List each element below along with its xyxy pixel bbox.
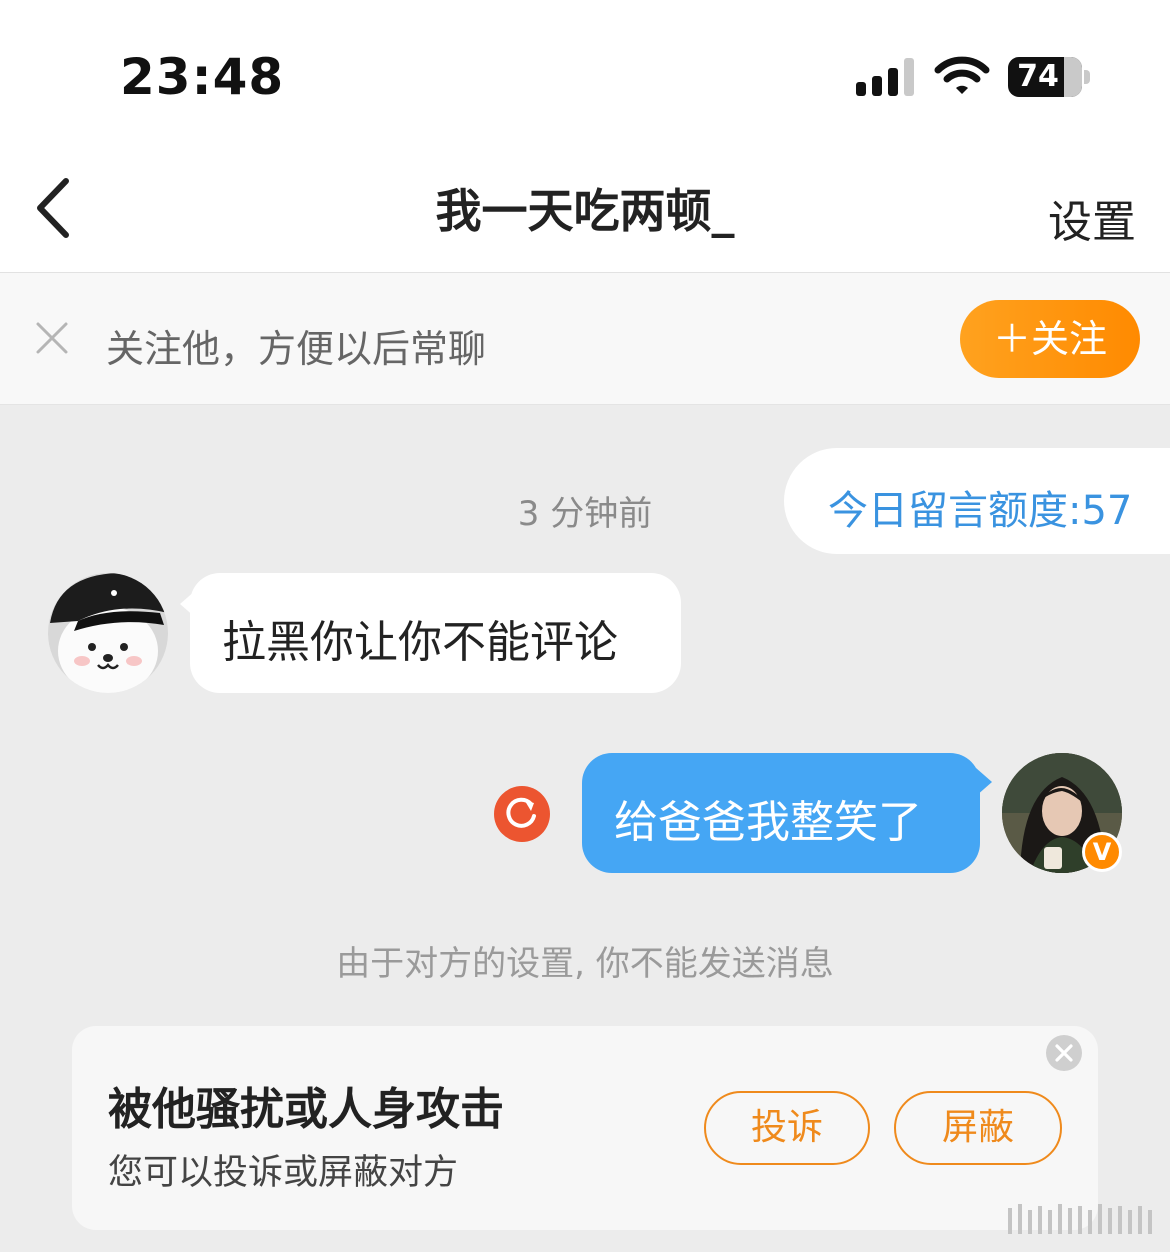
- battery-tip: [1084, 70, 1090, 84]
- outgoing-bubble-tail: [976, 768, 992, 796]
- close-icon[interactable]: [34, 320, 70, 356]
- cellular-signal-icon: [856, 58, 916, 96]
- incoming-message-text: 拉黑你让你不能评论: [222, 617, 618, 668]
- block-button[interactable]: 屏蔽: [894, 1091, 1062, 1165]
- contact-avatar[interactable]: [48, 573, 168, 693]
- card-title: 被他骚扰或人身攻击: [108, 1084, 504, 1135]
- follow-banner-text: 关注他，方便以后常聊: [106, 327, 487, 371]
- status-time: 23:48: [120, 48, 285, 106]
- bear-avatar-icon: [48, 573, 168, 693]
- watermark-icon: [1008, 1204, 1152, 1234]
- close-card-icon[interactable]: [1046, 1035, 1082, 1071]
- battery-icon: 74: [1008, 57, 1082, 97]
- system-notice: 由于对方的设置, 你不能发送消息: [336, 944, 834, 984]
- follow-button[interactable]: ＋关注: [960, 300, 1140, 378]
- wifi-icon: [934, 56, 990, 94]
- settings-button[interactable]: 设置: [1048, 186, 1136, 250]
- outgoing-message-text: 给爸爸我整笑了: [614, 797, 922, 848]
- card-subtitle: 您可以投诉或屏蔽对方: [108, 1153, 459, 1193]
- resend-icon[interactable]: [494, 786, 550, 842]
- verified-badge-icon: V: [1082, 832, 1122, 872]
- report-button[interactable]: 投诉: [704, 1091, 870, 1165]
- battery-level: 74: [1017, 59, 1059, 94]
- timestamp-text: 3 分钟前: [517, 494, 653, 534]
- timestamp: 3 分钟前: [0, 486, 1170, 535]
- page-title: 我一天吃两顿_: [435, 184, 735, 238]
